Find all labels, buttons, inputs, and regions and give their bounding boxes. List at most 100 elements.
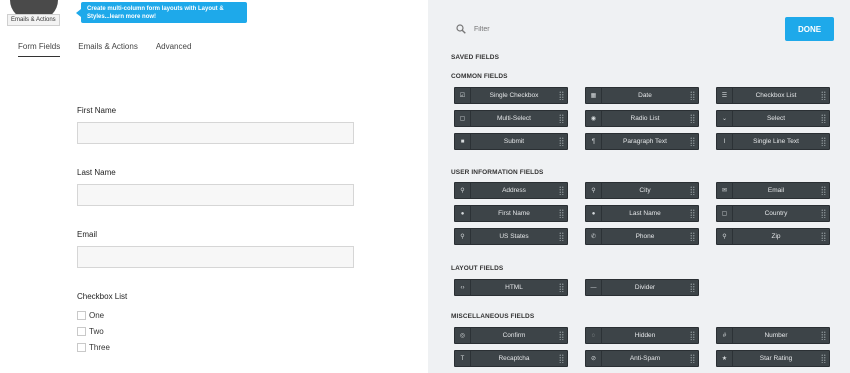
multi-select-icon: ▢ [455, 111, 471, 126]
field-button-divider[interactable]: — Divider [585, 279, 699, 296]
field-button-radio-list[interactable]: ◉ Radio List [585, 110, 699, 127]
drag-handle-icon[interactable] [559, 354, 564, 363]
field-button-last-name[interactable]: ● Last Name [585, 205, 699, 222]
drag-handle-icon[interactable] [559, 283, 564, 292]
map-pin-icon: ⚲ [717, 229, 733, 244]
map-pin-icon: ⚲ [455, 183, 471, 198]
drag-handle-icon[interactable] [821, 186, 826, 195]
map-pin-icon: ⚲ [455, 229, 471, 244]
drag-handle-icon[interactable] [690, 354, 695, 363]
drag-handle-icon[interactable] [821, 114, 826, 123]
checkbox[interactable] [77, 310, 86, 320]
field-button-email[interactable]: ✉ Email [716, 182, 830, 199]
field-button-hidden[interactable]: ◌ Hidden [585, 327, 699, 344]
tab-bar: Form Fields Emails & Actions Advanced [18, 42, 209, 57]
divider-icon: — [586, 280, 602, 295]
last-name-input[interactable] [77, 184, 354, 206]
drag-handle-icon[interactable] [821, 91, 826, 100]
field-button-submit[interactable]: ■ Submit [454, 133, 568, 150]
checkbox-option-label: Two [89, 326, 104, 336]
field-button-label: Address [502, 187, 526, 194]
drag-handle-icon[interactable] [559, 209, 564, 218]
user-information-fields-grid: ⚲ Address ⚲ City ✉ Email ● First Name ● Last … [454, 182, 830, 245]
drag-handle-icon[interactable] [821, 209, 826, 218]
drag-handle-icon[interactable] [690, 283, 695, 292]
field-button-label: City [639, 187, 651, 194]
common-fields-grid: ☑ Single Checkbox ▦ Date ☰ Checkbox List ▢ M… [454, 87, 830, 150]
star-icon: ★ [717, 351, 733, 366]
field-button-html[interactable]: ‹› HTML [454, 279, 568, 296]
field-button-number[interactable]: # Number [716, 327, 830, 344]
field-button-first-name[interactable]: ● First Name [454, 205, 568, 222]
drag-handle-icon[interactable] [690, 186, 695, 195]
layout-fields-title: LAYOUT FIELDS [451, 265, 504, 272]
filter-input[interactable] [474, 21, 654, 37]
field-button-city[interactable]: ⚲ City [585, 182, 699, 199]
field-palette: DONE SAVED FIELDS COMMON FIELDS ☑ Single … [428, 0, 850, 373]
eye-slash-icon: ◌ [586, 328, 602, 343]
drag-handle-icon[interactable] [690, 232, 695, 241]
drag-handle-icon[interactable] [690, 209, 695, 218]
field-button-single-checkbox[interactable]: ☑ Single Checkbox [454, 87, 568, 104]
email-input[interactable] [77, 246, 354, 268]
field-button-label: Star Rating [759, 355, 793, 362]
drag-handle-icon[interactable] [821, 354, 826, 363]
field-button-select[interactable]: ⌄ Select [716, 110, 830, 127]
drag-handle-icon[interactable] [690, 137, 695, 146]
field-button-address[interactable]: ⚲ Address [454, 182, 568, 199]
checkbox[interactable] [77, 342, 86, 352]
checkbox[interactable] [77, 326, 86, 336]
checkbox-option[interactable]: Three [77, 339, 354, 355]
drag-handle-icon[interactable] [821, 137, 826, 146]
done-button[interactable]: DONE [785, 17, 834, 41]
drag-handle-icon[interactable] [559, 186, 564, 195]
hash-icon: # [717, 328, 733, 343]
first-name-label: First Name [77, 106, 117, 115]
field-button-date[interactable]: ▦ Date [585, 87, 699, 104]
tab-advanced[interactable]: Advanced [156, 42, 192, 57]
tab-form-fields[interactable]: Form Fields [18, 42, 61, 57]
submit-icon: ■ [455, 134, 471, 149]
field-button-country[interactable]: ▢ Country [716, 205, 830, 222]
field-button-label: Zip [771, 233, 781, 240]
drag-handle-icon[interactable] [559, 232, 564, 241]
field-button-star-rating[interactable]: ★ Star Rating [716, 350, 830, 367]
field-button-phone[interactable]: ✆ Phone [585, 228, 699, 245]
form-preview: First Name Last Name Email Checkbox List… [77, 106, 354, 355]
first-name-input[interactable] [77, 122, 354, 144]
field-button-paragraph-text[interactable]: ¶ Paragraph Text [585, 133, 699, 150]
field-button-label: Radio List [630, 115, 660, 122]
field-button-multi-select[interactable]: ▢ Multi-Select [454, 110, 568, 127]
drag-handle-icon[interactable] [559, 331, 564, 340]
field-button-zip[interactable]: ⚲ Zip [716, 228, 830, 245]
drag-handle-icon[interactable] [821, 331, 826, 340]
field-button-confirm[interactable]: ◎ Confirm [454, 327, 568, 344]
field-button-us-states[interactable]: ⚲ US States [454, 228, 568, 245]
field-button-checkbox-list[interactable]: ☰ Checkbox List [716, 87, 830, 104]
drag-handle-icon[interactable] [690, 331, 695, 340]
field-button-anti-spam[interactable]: ⊘ Anti-Spam [585, 350, 699, 367]
tab-emails-actions[interactable]: Emails & Actions [78, 42, 138, 57]
field-button-label: Multi-Select [497, 115, 531, 122]
radio-icon: ◉ [586, 111, 602, 126]
promo-banner[interactable]: Create multi-column form layouts with La… [76, 2, 247, 23]
field-button-label: Checkbox List [755, 92, 797, 99]
drag-handle-icon[interactable] [690, 114, 695, 123]
recaptcha-icon: T [455, 351, 471, 366]
layout-fields-grid: ‹› HTML — Divider [454, 279, 830, 296]
first-name-field: First Name [77, 106, 354, 144]
drag-handle-icon[interactable] [559, 114, 564, 123]
drag-handle-icon[interactable] [821, 232, 826, 241]
field-button-label: Select [766, 115, 786, 122]
drag-handle-icon[interactable] [690, 91, 695, 100]
field-button-single-line-text[interactable]: I Single Line Text [716, 133, 830, 150]
field-button-label: Single Checkbox [489, 92, 539, 99]
checkbox-option[interactable]: One [77, 307, 354, 323]
field-button-recaptcha[interactable]: T Recaptcha [454, 350, 568, 367]
field-button-label: First Name [498, 210, 530, 217]
drag-handle-icon[interactable] [559, 91, 564, 100]
drag-handle-icon[interactable] [559, 137, 564, 146]
user-information-fields-title: USER INFORMATION FIELDS [451, 169, 544, 176]
field-button-label: Last Name [629, 210, 661, 217]
checkbox-option[interactable]: Two [77, 323, 354, 339]
